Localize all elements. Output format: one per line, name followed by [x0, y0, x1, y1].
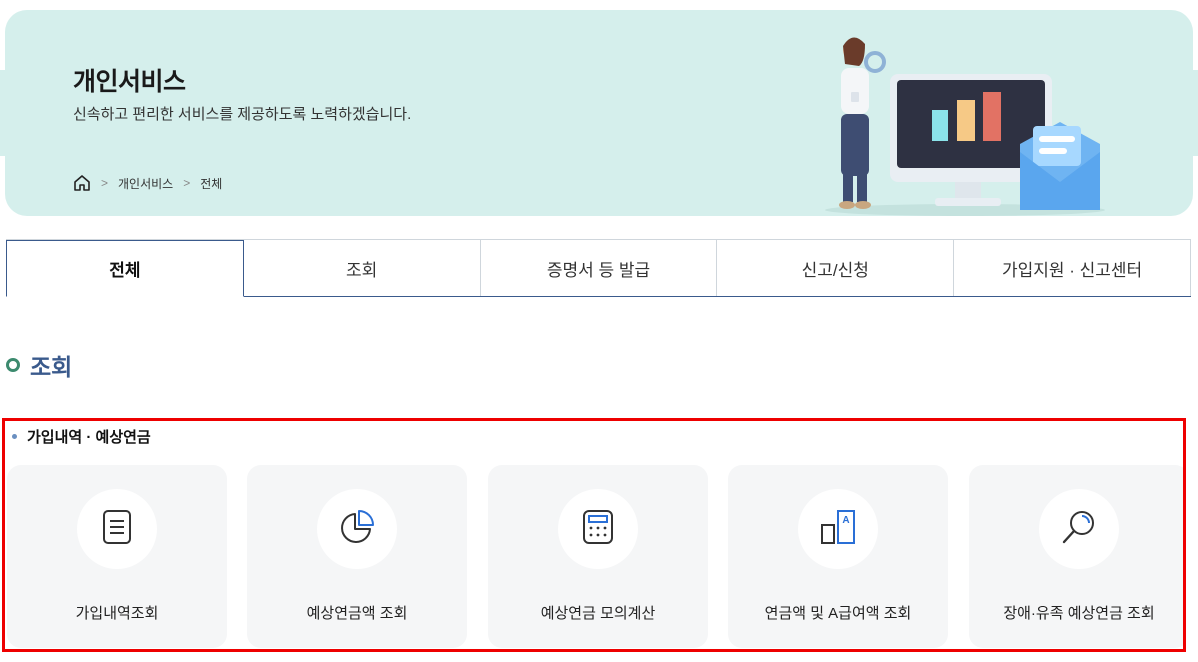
calculator-icon	[581, 509, 615, 550]
document-icon	[101, 509, 133, 550]
dot-bullet-icon	[12, 434, 17, 439]
breadcrumb: > 개인서비스 > 전체	[73, 174, 222, 192]
chevron-right-icon: >	[183, 176, 191, 190]
tab-inquiry[interactable]: 조회	[243, 240, 481, 296]
pie-chart-icon	[338, 508, 376, 551]
card-disability-survivor[interactable]: 장애·유족 예상연금 조회	[969, 465, 1183, 648]
card-expected-pension[interactable]: 예상연금액 조회	[247, 465, 467, 648]
icon-circle	[77, 489, 157, 569]
circle-bullet-icon	[6, 358, 20, 372]
hero-illustration	[825, 37, 1105, 216]
group-title: 가입내역 · 예상연금	[27, 429, 151, 446]
tab-report-apply[interactable]: 신고/신청	[717, 240, 955, 296]
icon-circle	[317, 489, 397, 569]
group-heading: 가입내역 · 예상연금	[12, 426, 151, 447]
chevron-right-icon: >	[101, 176, 109, 190]
icon-circle	[558, 489, 638, 569]
hero-banner: 개인서비스 신속하고 편리한 서비스를 제공하도록 노력하겠습니다. > 개인서…	[5, 10, 1193, 216]
section-heading: 조회	[6, 348, 72, 382]
card-label: 연금액 및 A급여액 조회	[764, 605, 912, 622]
card-pension-simulation[interactable]: 예상연금 모의계산	[488, 465, 708, 648]
card-label: 예상연금액 조회	[306, 605, 408, 622]
home-icon[interactable]	[73, 174, 91, 192]
icon-circle	[1039, 489, 1119, 569]
card-a-benefit[interactable]: A 연금액 및 A급여액 조회	[728, 465, 948, 648]
icon-circle: A	[798, 489, 878, 569]
tab-certificate[interactable]: 증명서 등 발급	[480, 240, 718, 296]
tab-all[interactable]: 전체	[6, 240, 244, 297]
section-title: 조회	[30, 354, 73, 380]
magnifier-icon	[1060, 508, 1098, 551]
a-benefit-icon: A	[819, 509, 857, 550]
page-title: 개인서비스	[73, 68, 186, 96]
svg-text:A: A	[842, 515, 849, 526]
tab-support-center[interactable]: 가입지원 · 신고센터	[954, 240, 1191, 296]
breadcrumb-item-current: 전체	[200, 176, 223, 191]
breadcrumb-item[interactable]: 개인서비스	[118, 175, 173, 192]
card-label: 장애·유족 예상연금 조회	[1003, 605, 1155, 622]
page-subtitle: 신속하고 편리한 서비스를 제공하도록 노력하겠습니다.	[73, 106, 412, 123]
card-label: 가입내역조회	[75, 605, 159, 622]
card-join-history[interactable]: 가입내역조회	[7, 465, 227, 648]
card-label: 예상연금 모의계산	[540, 605, 656, 622]
service-card-list: 가입내역조회 예상연금액 조회 예상연금 모의계산 A 연금액 및 A급여액 조…	[7, 465, 1183, 648]
tab-bar: 전체 조회 증명서 등 발급 신고/신청 가입지원 · 신고센터	[6, 239, 1191, 297]
